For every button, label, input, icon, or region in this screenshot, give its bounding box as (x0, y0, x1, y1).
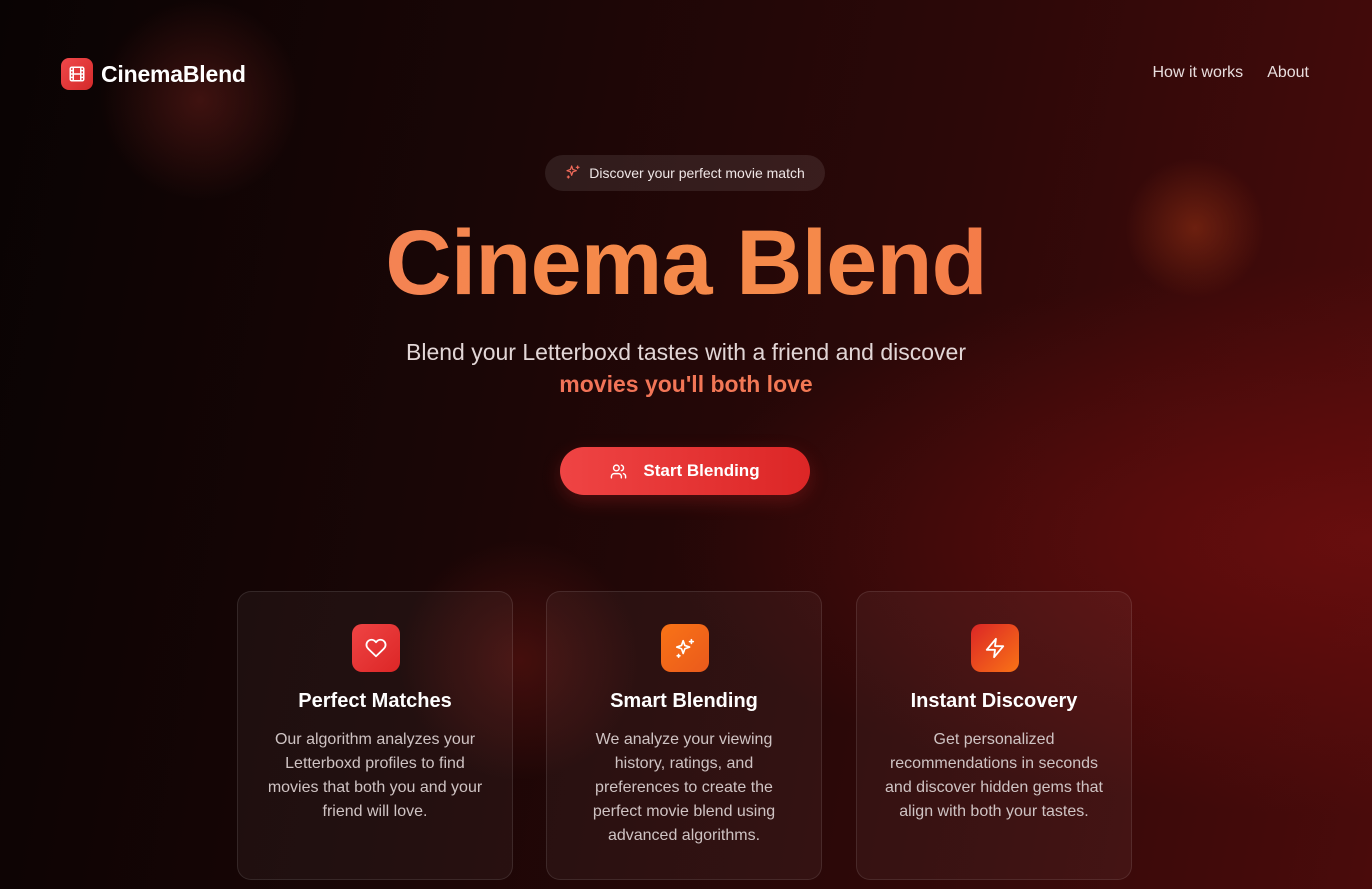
feature-description: Get personalized recommendations in seco… (885, 731, 1103, 820)
heart-icon (352, 624, 400, 672)
hero-badge: Discover your perfect movie match (545, 155, 825, 191)
film-icon (61, 58, 93, 90)
hero-subtitle: Blend your Letterboxd tastes with a frie… (0, 336, 1372, 400)
site-header: CinemaBlend How it works About (61, 58, 1309, 90)
sparkles-icon (661, 624, 709, 672)
feature-description: We analyze your viewing history, ratings… (592, 731, 776, 844)
nav-link-how-it-works[interactable]: How it works (1153, 64, 1244, 82)
brand-logo[interactable]: CinemaBlend (61, 58, 246, 90)
feature-title: Perfect Matches (298, 690, 452, 712)
feature-card-instant-discovery: Instant Discovery Get personalized recom… (856, 591, 1132, 880)
hero-subtitle-accent: movies you'll both love (0, 368, 1372, 400)
nav-link-about[interactable]: About (1267, 64, 1309, 82)
sparkles-icon (565, 164, 581, 183)
feature-title: Smart Blending (610, 690, 758, 712)
hero-subtitle-line: Blend your Letterboxd tastes with a frie… (406, 339, 966, 365)
hero-badge-text: Discover your perfect movie match (589, 165, 805, 181)
feature-description: Our algorithm analyzes your Letterboxd p… (267, 731, 483, 820)
feature-card-perfect-matches: Perfect Matches Our algorithm analyzes y… (237, 591, 513, 880)
feature-title: Instant Discovery (910, 690, 1078, 712)
start-blending-label: Start Blending (643, 461, 760, 480)
zap-icon (971, 624, 1019, 672)
users-icon (610, 463, 627, 480)
feature-card-smart-blending: Smart Blending We analyze your viewing h… (546, 591, 822, 880)
start-blending-button[interactable]: Start Blending (560, 447, 810, 495)
hero-title: Cinema Blend (0, 208, 1372, 318)
main-nav: How it works About (1153, 64, 1310, 82)
brand-name: CinemaBlend (101, 60, 246, 87)
